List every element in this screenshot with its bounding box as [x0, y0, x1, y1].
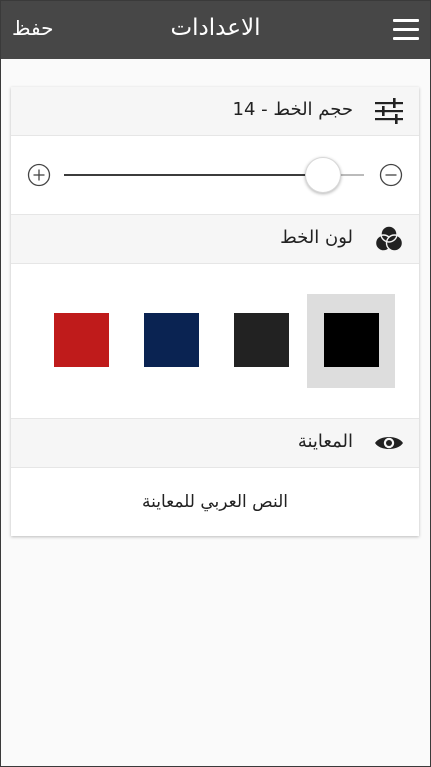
save-button[interactable]: حفظ [12, 16, 53, 40]
app-bar: الاعدادات حفظ [1, 1, 430, 59]
minus-circle-icon[interactable] [379, 163, 403, 187]
preview-label: المعاينة [297, 431, 353, 452]
preview-header: المعاينة [11, 418, 419, 468]
swatch-color [144, 313, 199, 367]
color-circles-icon [374, 225, 404, 252]
font-size-header: حجم الخط - 14 [11, 87, 419, 136]
swatch-color [54, 313, 109, 367]
font-color-header: لون الخط [11, 214, 419, 264]
swatch-color [234, 313, 289, 367]
color-swatches [11, 263, 419, 418]
settings-card: حجم الخط - 14 لون الخط المعاينة النص الع… [11, 87, 419, 536]
page-title: الاعدادات [170, 15, 261, 41]
eye-icon [375, 437, 403, 449]
swatch-color [324, 313, 379, 367]
plus-circle-icon[interactable] [27, 163, 51, 187]
font-size-label: حجم الخط - 14 [232, 99, 353, 120]
font-color-label: لون الخط [280, 227, 353, 248]
slider-track[interactable] [64, 174, 323, 176]
swatch-black[interactable] [307, 294, 395, 388]
swatch-navy[interactable] [127, 294, 215, 388]
swatch-red[interactable] [37, 294, 125, 388]
slider-track-rest[interactable] [339, 174, 364, 176]
preview-text: النص العربي للمعاينة [141, 492, 289, 512]
swatch-dark-gray[interactable] [217, 294, 305, 388]
sliders-icon [375, 98, 403, 124]
slider-thumb[interactable] [305, 157, 342, 193]
font-size-slider-row [11, 136, 419, 214]
